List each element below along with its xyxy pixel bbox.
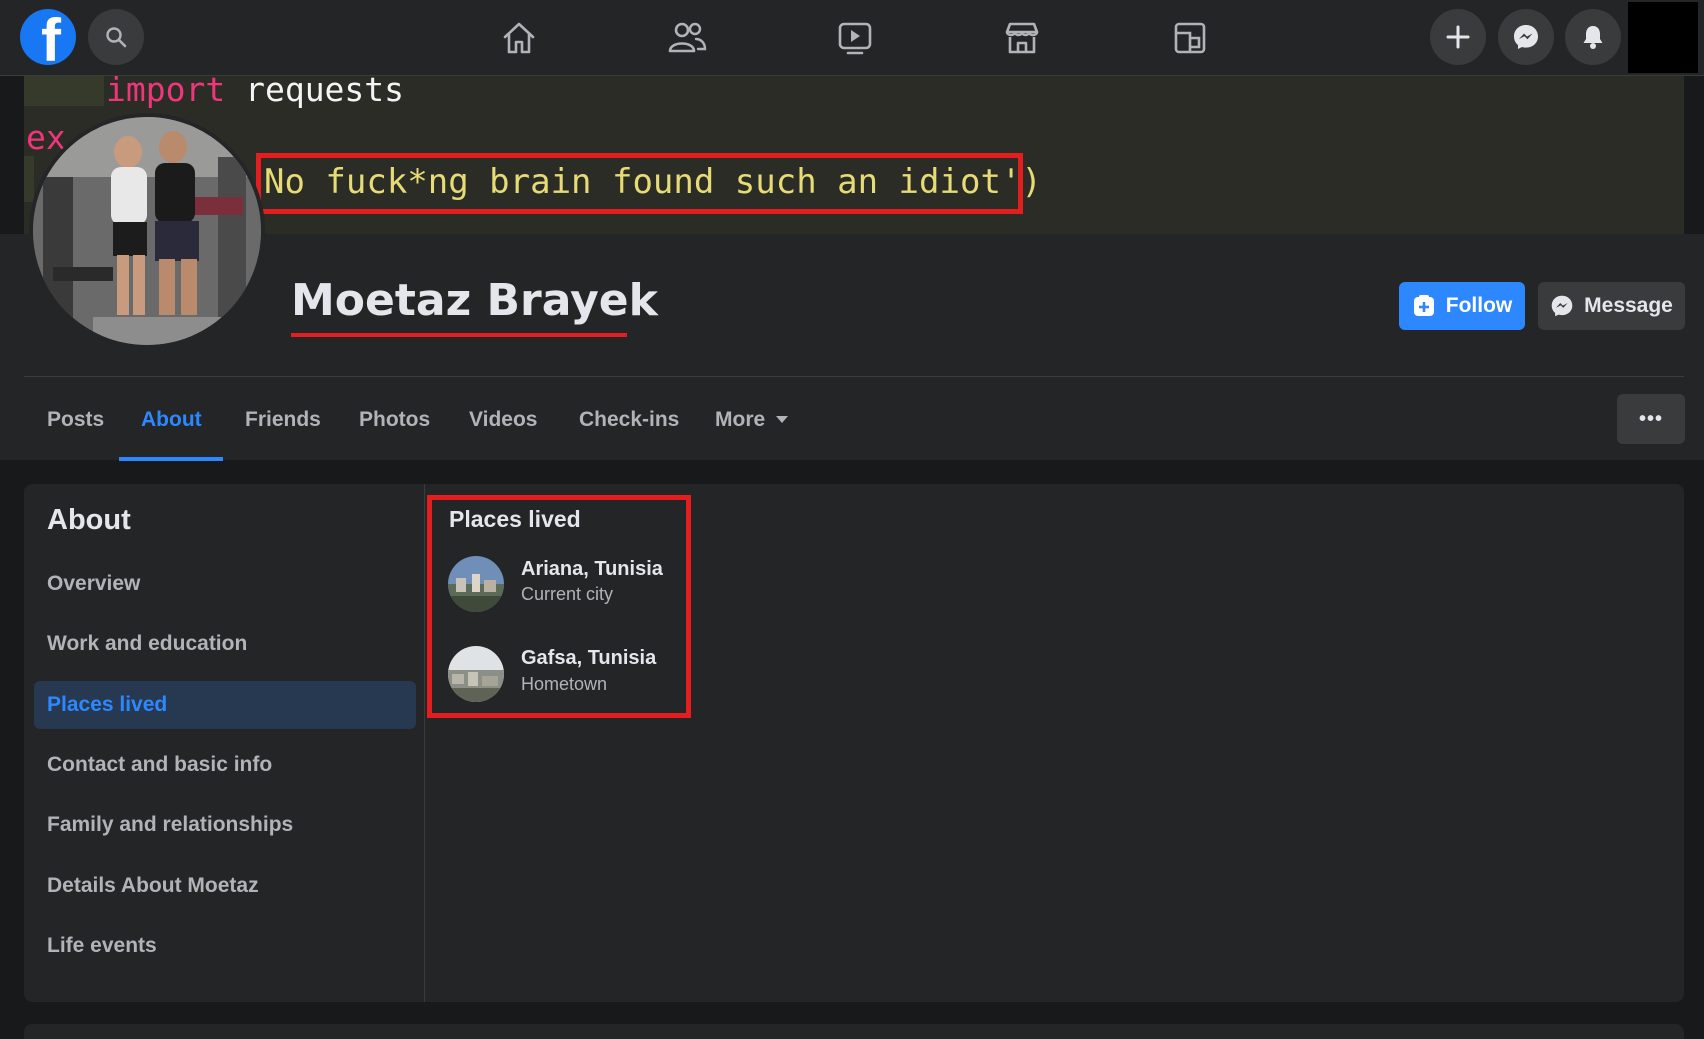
profile-name: Moetaz Brayek [291,275,658,326]
code-text: requests [225,76,405,109]
sidebar-item-label: Family and relationships [47,813,294,836]
gaming-icon [1174,22,1206,54]
about-heading: About [47,504,131,536]
redacted-account-area [1628,2,1698,73]
create-button[interactable] [1430,9,1486,65]
tab-label: More [715,408,766,431]
gym-photo-illustration [33,117,261,345]
ellipsis-icon: ••• [1638,407,1663,430]
place-thumbnail[interactable] [448,556,504,612]
profile-photo-image [33,117,261,345]
places-lived-heading: Places lived [449,506,581,532]
place-name[interactable]: Ariana, Tunisia [521,558,663,581]
marketplace-icon [1005,22,1039,54]
sidebar-item-contact-info[interactable]: Contact and basic info [34,741,416,789]
sidebar-item-family-relationships[interactable]: Family and relationships [34,801,416,849]
place-type: Current city [521,584,614,604]
follow-button[interactable]: Follow [1399,282,1525,330]
watch-icon [838,22,872,55]
plus-icon [1446,25,1470,49]
about-sidebar-divider [424,484,425,1002]
follow-label: Follow [1445,294,1513,317]
tab-label: About [141,408,202,431]
sidebar-item-work-education[interactable]: Work and education [34,620,416,668]
tab-label: Posts [47,408,105,431]
messenger-icon [1514,25,1538,49]
notifications-button[interactable] [1565,9,1621,65]
caret-down-icon [776,416,789,423]
sidebar-item-label: Life events [47,934,157,957]
search-icon [106,27,127,48]
city-photo-gafsa [448,646,504,702]
tab-posts[interactable]: Posts [47,394,104,446]
profile-picture[interactable] [29,113,265,349]
messenger-button[interactable] [1498,9,1554,65]
nav-watch[interactable] [831,14,879,62]
sidebar-item-label: Overview [47,572,141,595]
place-thumbnail[interactable] [448,646,504,702]
top-navigation-bar: f [0,0,1704,76]
follow-icon [1413,295,1434,316]
header-divider [24,376,1684,377]
facebook-logo[interactable]: f [20,9,76,65]
place-type: Hometown [521,674,608,694]
sidebar-item-label: Contact and basic info [47,753,273,776]
city-photo-ariana [448,556,504,612]
sidebar-item-life-events[interactable]: Life events [34,922,416,970]
more-options-button[interactable]: ••• [1617,394,1685,444]
next-section-card [24,1024,1684,1039]
code-import-line: import requests [106,76,404,109]
friends-icon [668,22,707,53]
tab-more[interactable]: More [715,394,789,446]
facebook-logo-letter: f [41,9,61,66]
sidebar-item-details[interactable]: Details About Moetaz [34,862,416,910]
tab-check-ins[interactable]: Check-ins [579,394,679,446]
name-underline-mark [291,333,627,337]
code-keyword: import [106,76,226,109]
tab-photos[interactable]: Photos [359,394,430,446]
messenger-icon [1551,295,1573,317]
sidebar-item-label: Work and education [47,632,248,655]
nav-gaming[interactable] [1166,14,1214,62]
code-gutter-2 [24,156,34,202]
notifications-icon [1583,26,1603,49]
tab-friends[interactable]: Friends [245,394,321,446]
message-label: Message [1584,294,1673,317]
place-name[interactable]: Gafsa, Tunisia [521,647,656,670]
tab-label: Photos [359,408,431,431]
tab-label: Check-ins [579,408,680,431]
tab-about[interactable]: About [141,394,202,446]
home-icon [503,22,535,54]
sidebar-item-label: Places lived [47,693,168,716]
cover-highlight-box [256,153,1023,214]
code-gutter [24,76,104,106]
nav-marketplace[interactable] [998,14,1046,62]
tab-label: Friends [245,408,321,431]
tab-videos[interactable]: Videos [469,394,537,446]
active-tab-indicator [119,457,223,461]
tab-label: Videos [469,408,538,431]
message-button[interactable]: Message [1538,282,1685,330]
search-button[interactable] [88,9,144,65]
sidebar-item-label: Details About Moetaz [47,874,259,897]
nav-home[interactable] [495,14,543,62]
nav-friends[interactable] [663,14,711,62]
sidebar-item-places-lived[interactable]: Places lived [34,681,416,729]
sidebar-item-overview[interactable]: Overview [34,560,416,608]
